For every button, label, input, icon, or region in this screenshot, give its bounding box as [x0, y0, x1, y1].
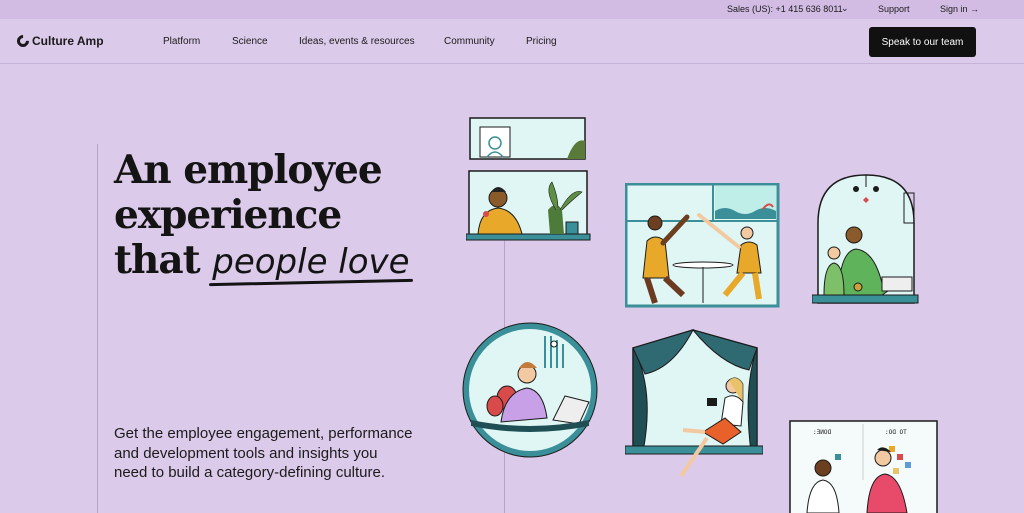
headline-line-3: that people love — [114, 237, 414, 287]
sales-phone-link[interactable]: Sales (US): +1 415 636 8011 — [727, 3, 843, 15]
hero-headline: An employee experience that people love — [114, 147, 414, 287]
sign-in-link[interactable]: Sign in → — [940, 3, 979, 15]
nav-ideas-events-resources[interactable]: Ideas, events & resources — [299, 36, 415, 48]
main-nav: Culture Amp Platform Science Ideas, even… — [0, 19, 1024, 64]
nav-pricing[interactable]: Pricing — [526, 36, 557, 48]
speak-to-our-team-button[interactable]: Speak to our team — [869, 27, 976, 57]
chevron-down-icon[interactable]: ⌄ — [841, 2, 849, 14]
illustration-window-man-coffee — [466, 170, 592, 242]
support-link[interactable]: Support — [878, 3, 910, 15]
illustration-window-high-five — [625, 183, 780, 308]
brand-name: Culture Amp — [32, 34, 104, 48]
illustration-window-curtain-reading — [625, 328, 763, 486]
nav-community[interactable]: Community — [444, 36, 495, 48]
whiteboard-label-todo: TO DO: — [885, 429, 907, 436]
divider-line — [97, 144, 98, 513]
logo-icon — [14, 32, 32, 50]
headline-prefix: that — [114, 237, 213, 283]
headline-line-2: experience — [114, 192, 342, 238]
illustration-window-whiteboard — [789, 420, 939, 513]
headline-line-1: An employee — [114, 147, 383, 193]
headline-script-text: people love — [212, 242, 410, 282]
brand-logo[interactable]: Culture Amp — [14, 32, 104, 50]
nav-platform[interactable]: Platform — [163, 36, 200, 48]
illustration-window-portrait — [469, 117, 587, 161]
illustration-window-family — [812, 173, 920, 307]
nav-science[interactable]: Science — [232, 36, 268, 48]
whiteboard-label-done: DONE: — [813, 429, 832, 436]
illustration-window-circle-laptop — [461, 322, 599, 458]
hero-subtitle: Get the employee engagement, performance… — [114, 425, 413, 481]
utility-bar: Sales (US): +1 415 636 8011 ⌄ Support Si… — [0, 0, 1024, 19]
headline-script: people love — [209, 242, 414, 287]
